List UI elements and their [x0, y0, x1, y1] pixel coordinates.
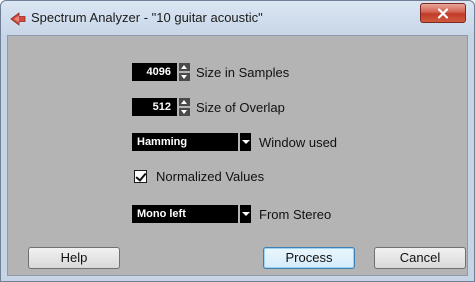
from-stereo-row: Mono left From Stereo [132, 205, 331, 223]
window-used-value[interactable]: Hamming [132, 133, 238, 151]
chevron-down-icon[interactable] [239, 133, 251, 151]
spinner-up-icon[interactable] [179, 98, 190, 106]
normalized-values-label: Normalized Values [156, 169, 265, 184]
spectrum-analyzer-dialog: Spectrum Analyzer - "10 guitar acoustic"… [0, 0, 475, 282]
help-button[interactable]: Help [28, 247, 120, 269]
cubase-arrow-icon [10, 12, 26, 26]
title-bar[interactable]: Spectrum Analyzer - "10 guitar acoustic" [1, 1, 474, 35]
normalized-values-checkbox[interactable] [134, 170, 147, 183]
process-button[interactable]: Process [263, 247, 355, 269]
spinner-up-icon[interactable] [179, 63, 190, 71]
normalized-values-row: Normalized Values [134, 169, 264, 184]
size-in-samples-spinner[interactable] [179, 63, 190, 81]
size-of-overlap-field[interactable]: 512 [132, 98, 177, 116]
cancel-button[interactable]: Cancel [374, 247, 466, 269]
spinner-down-icon[interactable] [179, 108, 190, 116]
close-button[interactable] [420, 3, 466, 23]
dialog-body: 4096 Size in Samples 512 Size of Overlap… [7, 35, 468, 276]
window-used-dropdown[interactable]: Hamming [132, 133, 251, 151]
from-stereo-dropdown[interactable]: Mono left [132, 205, 251, 223]
from-stereo-value[interactable]: Mono left [132, 205, 238, 223]
from-stereo-label: From Stereo [259, 206, 332, 222]
size-of-overlap-spinner[interactable] [179, 98, 190, 116]
size-in-samples-row: 4096 Size in Samples [132, 63, 289, 81]
size-in-samples-field[interactable]: 4096 [132, 63, 177, 81]
spinner-down-icon[interactable] [179, 73, 190, 81]
window-title: Spectrum Analyzer - "10 guitar acoustic" [31, 10, 263, 25]
size-in-samples-label: Size in Samples [196, 64, 290, 80]
window-used-label: Window used [259, 134, 338, 150]
close-x-icon [437, 7, 449, 19]
size-of-overlap-label: Size of Overlap [196, 99, 285, 115]
window-used-row: Hamming Window used [132, 133, 337, 151]
size-of-overlap-row: 512 Size of Overlap [132, 98, 285, 116]
chevron-down-icon[interactable] [239, 205, 251, 223]
